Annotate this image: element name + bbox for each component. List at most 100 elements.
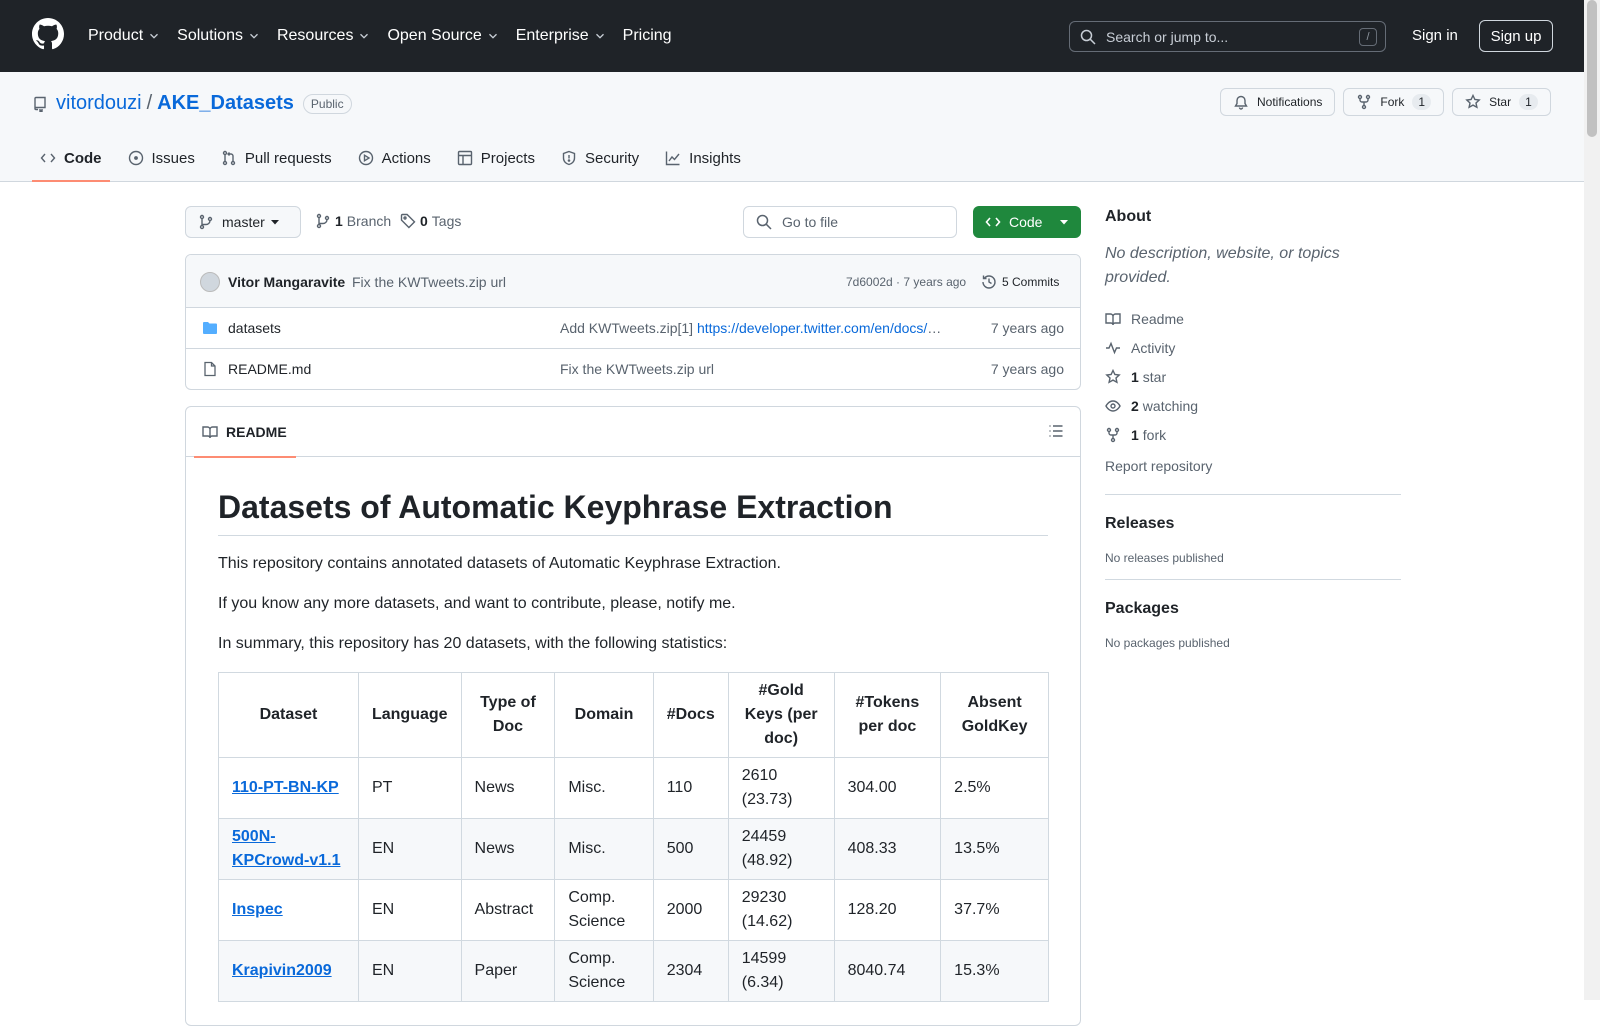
branch-icon xyxy=(199,214,213,230)
readme-title: Datasets of Automatic Keyphrase Extracti… xyxy=(218,487,1048,536)
fork-icon xyxy=(1358,94,1371,110)
report-repository-link[interactable]: Report repository xyxy=(1105,451,1401,480)
tab-label: Actions xyxy=(381,149,431,167)
tab-label: Projects xyxy=(480,149,535,167)
pull-request-icon xyxy=(222,150,236,166)
dataset-link[interactable]: Inspec xyxy=(232,901,283,918)
table-cell: Inspec xyxy=(218,879,359,941)
chevron-down-icon xyxy=(360,33,369,39)
scrollbar-thumb[interactable] xyxy=(1587,0,1597,137)
chevron-down-icon xyxy=(1060,220,1068,225)
readme-tab-label: README xyxy=(226,424,287,440)
github-logo-icon[interactable] xyxy=(32,18,64,50)
dataset-link[interactable]: 110-PT-BN-KP xyxy=(232,779,339,796)
table-of-contents-icon[interactable] xyxy=(1048,423,1064,439)
code-button[interactable]: Code xyxy=(973,206,1081,238)
issue-icon xyxy=(128,150,143,166)
repo-name-link[interactable]: AKE_Datasets xyxy=(157,92,294,115)
go-to-file-input[interactable]: Go to file xyxy=(743,206,957,238)
about-links: Readme Activity 1 star 2 watching 1 fork xyxy=(1105,304,1401,449)
nav-enterprise[interactable]: Enterprise xyxy=(516,27,607,45)
file-commit-message[interactable]: Fix the KWTweets.zip url xyxy=(560,361,945,377)
file-date: 7 years ago xyxy=(990,320,1064,336)
tab-projects[interactable]: Projects xyxy=(449,134,543,182)
projects-icon xyxy=(457,150,472,166)
about-link-watching[interactable]: 2 watching xyxy=(1105,391,1401,420)
about-count: 1 xyxy=(1131,426,1139,443)
sign-in-link[interactable]: Sign in xyxy=(1412,27,1458,44)
search-input[interactable]: Search or jump to... / xyxy=(1069,21,1386,52)
file-date: 7 years ago xyxy=(990,361,1064,377)
branch-count-link[interactable]: 1 Branch xyxy=(315,213,391,229)
table-cell: News xyxy=(460,757,556,819)
table-header-row: Dataset Language Type of Doc Domain #Docs #Go… xyxy=(218,672,1049,758)
tab-insights[interactable]: Insights xyxy=(657,134,749,182)
star-button[interactable]: Star 1 xyxy=(1452,88,1551,116)
table-row: 110-PT-BN-KP PT News Misc. 110 2610 (23.73) 30… xyxy=(218,757,1049,819)
commit-message[interactable]: Fix the KWTweets.zip url xyxy=(352,274,506,290)
commit-author[interactable]: Vitor Mangaravite xyxy=(228,274,345,290)
file-name[interactable]: datasets xyxy=(228,320,281,336)
file-name[interactable]: README.md xyxy=(228,361,311,377)
commit-hash-time[interactable]: 7d6002d · 7 years ago xyxy=(846,275,966,289)
eye-icon xyxy=(1105,399,1121,412)
packages-heading[interactable]: Packages xyxy=(1105,600,1401,618)
notifications-label: Notifications xyxy=(1257,95,1323,109)
file-row[interactable]: datasets Add KWTweets.zip[1] https://deve… xyxy=(186,308,1080,349)
nav-label: Pricing xyxy=(622,27,672,44)
sign-up-button[interactable]: Sign up xyxy=(1479,20,1553,52)
commit-count-label: 5 Commits xyxy=(1002,275,1060,289)
repo-icon xyxy=(34,96,46,112)
file-row[interactable]: README.md Fix the KWTweets.zip url 7 years… xyxy=(186,349,1080,389)
table-header-cell: Dataset xyxy=(218,672,359,758)
tag-count-link[interactable]: 0 Tags xyxy=(400,213,461,229)
about-link-label: Readme xyxy=(1131,310,1184,327)
dataset-link[interactable]: 500N-KPCrowd-v1.1 xyxy=(232,828,340,869)
fork-button[interactable]: Fork 1 xyxy=(1343,88,1445,116)
table-cell: 110 xyxy=(652,757,729,819)
table-cell: 408.33 xyxy=(833,818,942,880)
avatar[interactable] xyxy=(200,272,220,292)
nav-resources[interactable]: Resources xyxy=(277,27,371,45)
fork-count: 1 xyxy=(1412,94,1432,110)
top-nav: Product Solutions Resources Open Source Ente… xyxy=(88,0,688,72)
table-header-cell: Domain xyxy=(554,672,654,758)
notifications-button[interactable]: Notifications xyxy=(1220,88,1336,116)
table-cell: 128.20 xyxy=(833,879,942,941)
readme-header: README xyxy=(186,407,1080,458)
commits-link[interactable]: 5 Commits xyxy=(981,274,1059,290)
table-cell: News xyxy=(460,818,556,880)
about-link-fork[interactable]: 1 fork xyxy=(1105,420,1401,449)
table-cell: Comp. Science xyxy=(554,879,654,941)
nav-product[interactable]: Product xyxy=(88,27,161,45)
releases-heading[interactable]: Releases xyxy=(1105,515,1401,533)
table-header-cell: Type of Doc xyxy=(460,672,556,758)
dataset-link[interactable]: Krapivin2009 xyxy=(232,962,332,979)
nav-solutions[interactable]: Solutions xyxy=(177,27,261,45)
about-link-activity[interactable]: Activity xyxy=(1105,333,1401,362)
about-link-star[interactable]: 1 star xyxy=(1105,362,1401,391)
go-to-file-placeholder: Go to file xyxy=(782,214,839,230)
table-cell: 29230 (14.62) xyxy=(727,879,835,941)
about-link-readme[interactable]: Readme xyxy=(1105,304,1401,333)
nav-open-source[interactable]: Open Source xyxy=(387,27,499,45)
code-button-label: Code xyxy=(1009,214,1043,230)
file-commit-message[interactable]: Add KWTweets.zip[1] https://developer.tw… xyxy=(560,320,945,336)
star-icon xyxy=(1465,94,1481,109)
scrollbar[interactable] xyxy=(1584,0,1600,1000)
repo-owner-link[interactable]: vitordouzi xyxy=(56,92,142,115)
chevron-down-icon xyxy=(488,33,497,39)
tab-security[interactable]: Security xyxy=(553,134,647,182)
tab-code[interactable]: Code xyxy=(32,134,110,182)
repo-header: vitordouzi / AKE_Datasets Public Notific… xyxy=(0,72,1584,182)
tab-actions[interactable]: Actions xyxy=(350,134,439,182)
nav-pricing[interactable]: Pricing xyxy=(623,27,672,45)
table-header-cell: #Docs xyxy=(652,672,729,758)
table-cell: 110-PT-BN-KP xyxy=(218,757,359,819)
commit-link[interactable]: https://developer.twitter.com/en/docs/tw… xyxy=(697,320,945,336)
readme-tab[interactable]: README xyxy=(194,407,296,458)
nav-label: Resources xyxy=(276,27,354,44)
branch-select-button[interactable]: master xyxy=(185,206,301,238)
tab-issues[interactable]: Issues xyxy=(120,134,203,182)
tab-pull-requests[interactable]: Pull requests xyxy=(213,134,340,182)
